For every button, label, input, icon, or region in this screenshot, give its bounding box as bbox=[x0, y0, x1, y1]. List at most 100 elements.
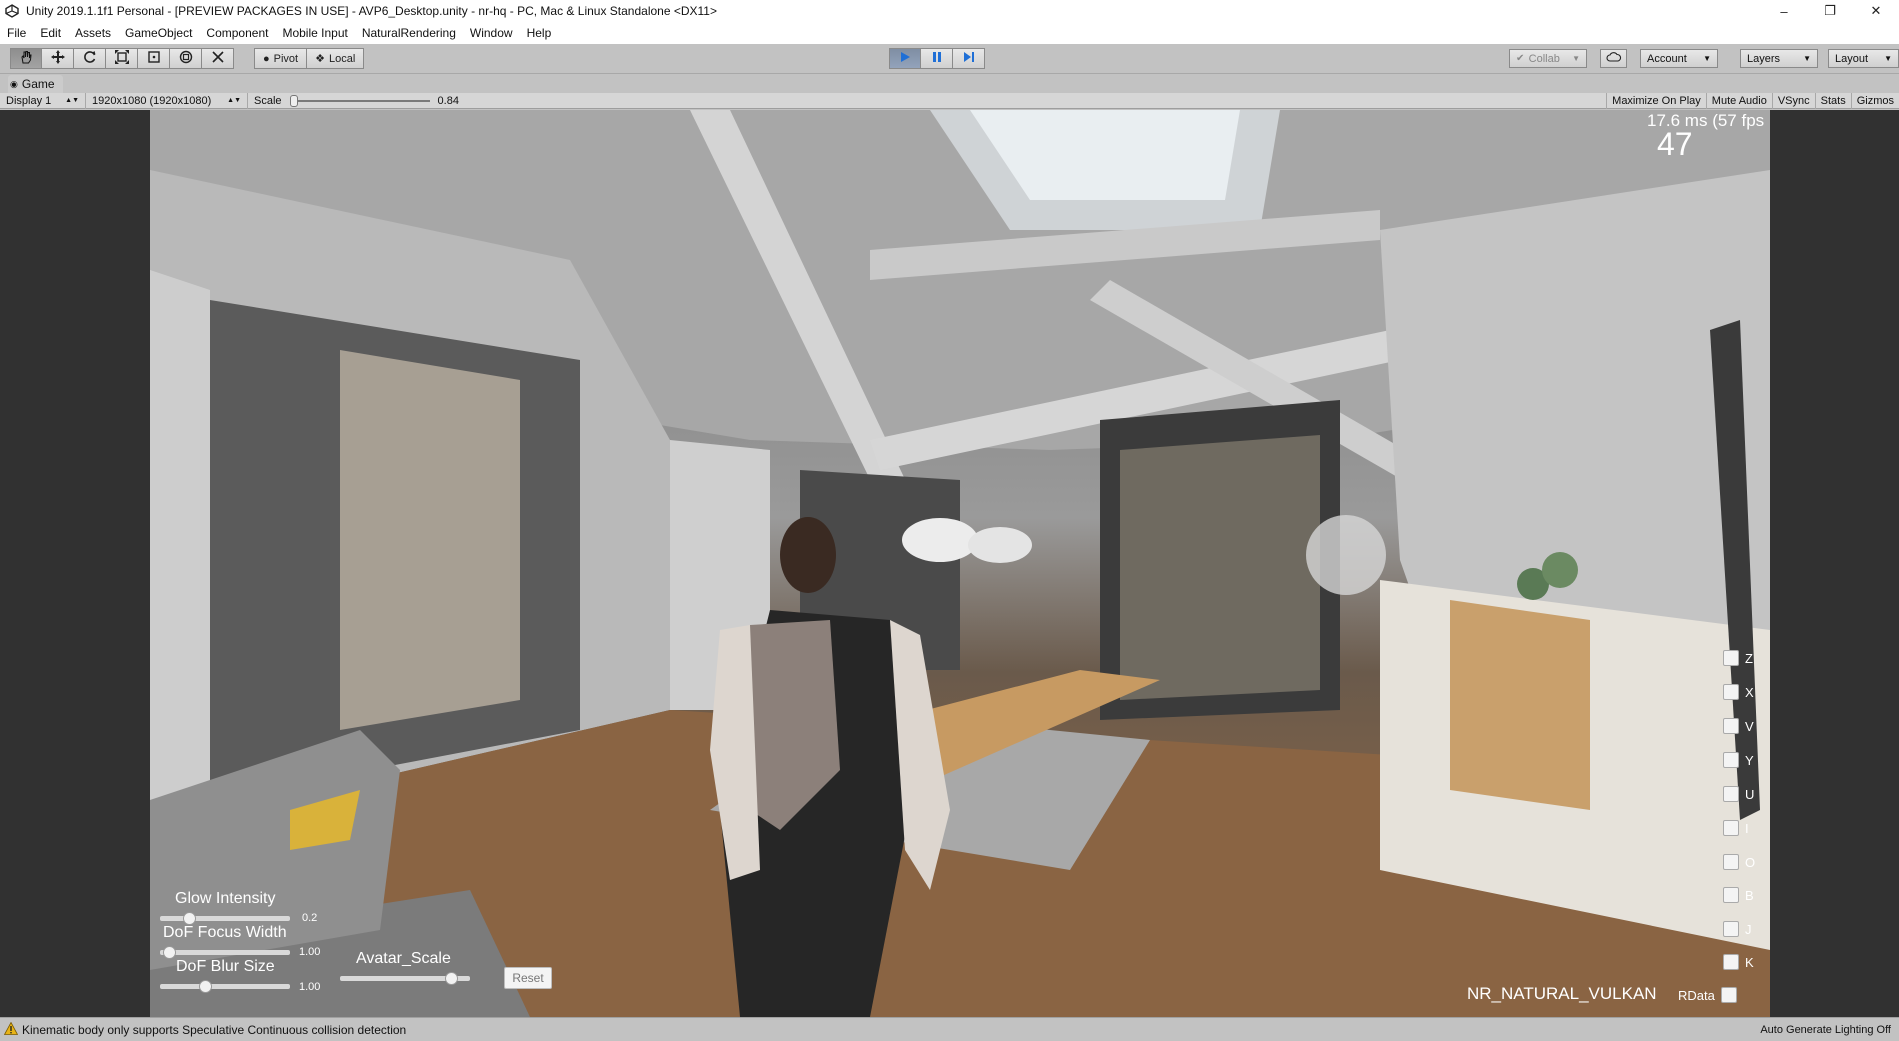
custom-tool-button[interactable] bbox=[202, 48, 234, 69]
menu-edit[interactable]: Edit bbox=[33, 26, 68, 40]
cloud-icon bbox=[1606, 52, 1622, 65]
toggle-x-label: X bbox=[1745, 684, 1754, 700]
toggle-k-label: K bbox=[1745, 954, 1754, 970]
rect-tool-button[interactable] bbox=[138, 48, 170, 69]
checkbox[interactable] bbox=[1723, 820, 1739, 836]
checkbox[interactable] bbox=[1723, 650, 1739, 666]
menu-component[interactable]: Component bbox=[199, 26, 275, 40]
dof-blur-size-slider[interactable] bbox=[160, 984, 290, 989]
display-dropdown[interactable]: Display 1 ▲▼ bbox=[0, 92, 86, 109]
cloud-button[interactable] bbox=[1600, 49, 1627, 68]
layout-label: Layout bbox=[1835, 52, 1869, 65]
toggle-b-label: B bbox=[1745, 887, 1754, 903]
account-dropdown[interactable]: Account ▼ bbox=[1640, 49, 1718, 68]
collab-dropdown[interactable]: ✔ Collab ▼ bbox=[1509, 49, 1587, 68]
toggle-j[interactable]: J bbox=[1723, 921, 1752, 937]
menu-gameobject[interactable]: GameObject bbox=[118, 26, 199, 40]
toggle-v[interactable]: V bbox=[1723, 718, 1754, 734]
chevron-down-icon: ▼ bbox=[1803, 54, 1811, 63]
menu-file[interactable]: File bbox=[0, 26, 33, 40]
dof-blur-size-label: DoF Blur Size bbox=[176, 958, 275, 975]
menu-window[interactable]: Window bbox=[463, 26, 520, 40]
toggle-o[interactable]: O bbox=[1723, 854, 1755, 870]
close-button[interactable]: ✕ bbox=[1853, 0, 1899, 22]
toggle-rdata[interactable]: RData bbox=[1678, 987, 1737, 1003]
gizmos-toggle[interactable]: Gizmos bbox=[1850, 92, 1899, 109]
checkbox[interactable] bbox=[1723, 718, 1739, 734]
dof-focus-width-thumb[interactable] bbox=[163, 946, 176, 959]
dof-blur-size-thumb[interactable] bbox=[199, 980, 212, 993]
checkbox[interactable] bbox=[1720, 987, 1737, 1003]
unity-logo-icon bbox=[4, 3, 20, 19]
toggle-u[interactable]: U bbox=[1723, 786, 1754, 802]
display-label: Display 1 bbox=[6, 94, 52, 107]
stats-label: Stats bbox=[1820, 94, 1846, 107]
scale-slider-thumb[interactable] bbox=[289, 94, 298, 107]
chevron-down-icon: ▼ bbox=[1572, 54, 1580, 63]
menu-help[interactable]: Help bbox=[520, 26, 559, 40]
hand-tool-button[interactable] bbox=[10, 48, 42, 69]
game-view-toolbar: Display 1 ▲▼ 1920x1080 (1920x1080) ▲▼ Sc… bbox=[0, 92, 1899, 109]
vsync-toggle[interactable]: VSync bbox=[1771, 92, 1815, 109]
hand-icon bbox=[19, 50, 33, 67]
checkbox[interactable] bbox=[1723, 921, 1739, 937]
status-message[interactable]: Kinematic body only supports Speculative… bbox=[22, 1023, 406, 1037]
transform-tool-button[interactable] bbox=[170, 48, 202, 69]
maximize-button[interactable]: ❐ bbox=[1807, 0, 1853, 22]
toggle-v-label: V bbox=[1745, 718, 1754, 734]
local-button[interactable]: ❖ Local bbox=[307, 48, 365, 69]
checkbox[interactable] bbox=[1723, 854, 1739, 870]
move-tool-button[interactable] bbox=[42, 48, 74, 69]
menu-mobile-input[interactable]: Mobile Input bbox=[275, 26, 354, 40]
toggle-k[interactable]: K bbox=[1723, 954, 1754, 970]
avatar-scale-thumb[interactable] bbox=[445, 972, 458, 985]
toggle-u-label: U bbox=[1745, 786, 1755, 802]
checkbox[interactable] bbox=[1723, 752, 1739, 768]
layers-dropdown[interactable]: Layers ▼ bbox=[1740, 49, 1818, 68]
mute-audio-toggle[interactable]: Mute Audio bbox=[1705, 92, 1772, 109]
chevron-updown-icon: ▲▼ bbox=[65, 97, 79, 104]
maximize-on-play-label: Maximize On Play bbox=[1612, 94, 1701, 107]
toggle-i-label: I bbox=[1745, 820, 1749, 836]
reset-button[interactable]: Reset bbox=[504, 967, 552, 989]
toggle-i[interactable]: I bbox=[1723, 820, 1749, 836]
toggle-x[interactable]: X bbox=[1723, 684, 1754, 700]
scene-illustration bbox=[150, 110, 1770, 1017]
mute-audio-label: Mute Audio bbox=[1711, 94, 1767, 107]
step-button[interactable] bbox=[953, 48, 985, 69]
checkbox[interactable] bbox=[1723, 887, 1739, 903]
checkbox[interactable] bbox=[1723, 954, 1739, 970]
game-render[interactable] bbox=[150, 110, 1770, 1017]
toggle-y-label: Y bbox=[1745, 752, 1754, 768]
layout-dropdown[interactable]: Layout ▼ bbox=[1828, 49, 1899, 68]
game-view-toggles: Maximize On Play Mute Audio VSync Stats … bbox=[1606, 92, 1899, 109]
toggle-z[interactable]: Z bbox=[1723, 650, 1753, 666]
play-button[interactable] bbox=[889, 48, 921, 69]
pause-icon bbox=[931, 51, 943, 66]
tab-game[interactable]: ◉ Game bbox=[8, 75, 63, 93]
pivot-button[interactable]: ● Pivot bbox=[254, 48, 308, 69]
scale-tool-button[interactable] bbox=[106, 48, 138, 69]
pivot-toggles: ● Pivot ❖ Local bbox=[254, 48, 365, 69]
toggle-b[interactable]: B bbox=[1723, 887, 1754, 903]
maximize-on-play-toggle[interactable]: Maximize On Play bbox=[1606, 92, 1706, 109]
checkmark-icon: ✔ bbox=[1516, 53, 1525, 64]
checkbox[interactable] bbox=[1723, 786, 1739, 802]
resolution-dropdown[interactable]: 1920x1080 (1920x1080) ▲▼ bbox=[86, 92, 248, 109]
toggle-rdata-label: RData bbox=[1678, 987, 1715, 1003]
menu-assets[interactable]: Assets bbox=[68, 26, 118, 40]
scale-value: 0.84 bbox=[437, 94, 459, 107]
pause-button[interactable] bbox=[921, 48, 953, 69]
minimize-button[interactable]: – bbox=[1761, 0, 1807, 22]
toggle-y[interactable]: Y bbox=[1723, 752, 1754, 768]
title-bar: Unity 2019.1.1f1 Personal - [PREVIEW PAC… bbox=[0, 0, 1899, 22]
stats-toggle[interactable]: Stats bbox=[1814, 92, 1851, 109]
dof-focus-width-slider[interactable] bbox=[160, 950, 290, 955]
scale-slider[interactable] bbox=[289, 94, 430, 107]
gizmos-label: Gizmos bbox=[1856, 94, 1894, 107]
menu-naturalrendering[interactable]: NaturalRendering bbox=[355, 26, 463, 40]
local-icon: ❖ bbox=[315, 53, 325, 65]
rotate-tool-button[interactable] bbox=[74, 48, 106, 69]
checkbox[interactable] bbox=[1723, 684, 1739, 700]
glow-intensity-slider[interactable] bbox=[160, 916, 290, 921]
